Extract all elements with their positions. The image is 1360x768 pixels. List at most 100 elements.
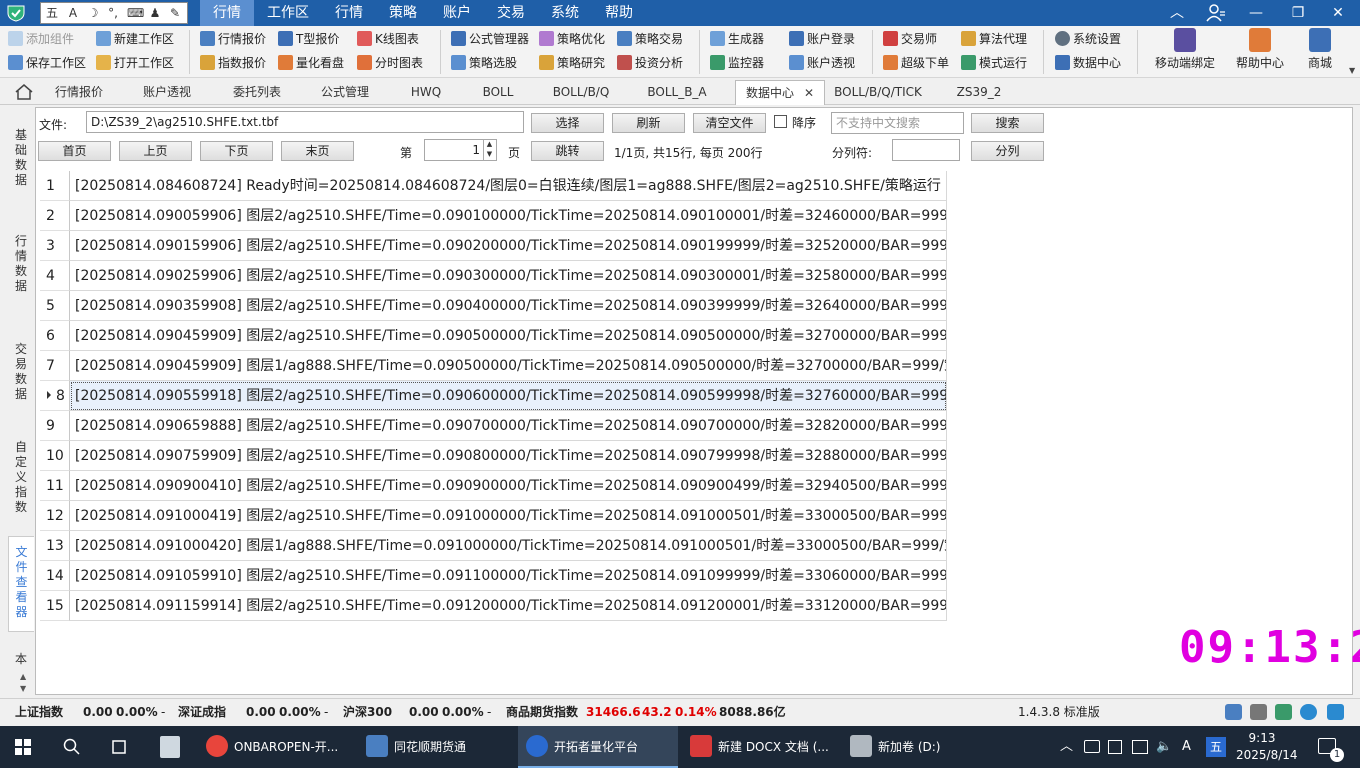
row-text[interactable]: [20250814.090359908] 图层2/ag2510.SHFE/Tim…	[70, 291, 947, 321]
table-row[interactable]: 10 [20250814.090759909] 图层2/ag2510.SHFE/T…	[40, 441, 947, 471]
strategy-research-button[interactable]: 策略研究	[539, 52, 605, 74]
first-page-button[interactable]: 首页	[38, 141, 111, 161]
table-row[interactable]: 3 [20250814.090159906] 图层2/ag2510.SHFE/Ti…	[40, 231, 947, 261]
service-icon[interactable]	[1327, 704, 1344, 720]
strategy-optimize-button[interactable]: 策略优化	[539, 28, 605, 50]
table-row[interactable]: 14 [20250814.091059910] 图层2/ag2510.SHFE/T…	[40, 561, 947, 591]
quant-watch-button[interactable]: 量化看盘	[278, 52, 344, 74]
row-text[interactable]: [20250814.091000419] 图层2/ag2510.SHFE/Tim…	[70, 501, 947, 531]
close-tab-icon[interactable]: ✕	[804, 81, 814, 106]
strategy-screen-button[interactable]: 策略选股	[451, 52, 517, 74]
row-text[interactable]: [20250814.090159906] 图层2/ag2510.SHFE/Tim…	[70, 231, 947, 261]
ime-punct-icon[interactable]: °,	[105, 5, 121, 21]
mode-run-button[interactable]: 模式运行	[961, 52, 1027, 74]
maximize-button[interactable]: ❐	[1278, 0, 1318, 26]
user-icon[interactable]	[1206, 3, 1226, 23]
table-row[interactable]: 5 [20250814.090359908] 图层2/ag2510.SHFE/Ti…	[40, 291, 947, 321]
super-order-button[interactable]: 超级下单	[883, 52, 949, 74]
timeshare-chart-button[interactable]: 分时图表	[357, 52, 423, 74]
stepper-up-icon[interactable]: ▲	[484, 139, 495, 149]
invest-analysis-button[interactable]: 投资分析	[617, 52, 683, 74]
menu-item-quotes[interactable]: 行情	[322, 0, 376, 26]
sidebar-item-file-viewer[interactable]: 文件查看器	[8, 536, 34, 632]
row-text[interactable]: [20250814.091159914] 图层2/ag2510.SHFE/Tim…	[70, 591, 947, 621]
prev-page-button[interactable]: 上页	[119, 141, 192, 161]
search-button[interactable]: 搜索	[971, 113, 1044, 133]
toolbar-expand-icon[interactable]: ▼	[1349, 66, 1355, 75]
ime-wubi-tray-icon[interactable]: 五	[1206, 737, 1226, 757]
sidebar-item-market-data[interactable]: 行情数据	[8, 232, 34, 312]
ime-keyboard-icon[interactable]: ⌨	[127, 5, 144, 21]
news-icon[interactable]	[1225, 704, 1242, 720]
menu-item-hq[interactable]: 行情	[200, 0, 254, 26]
tab-boll-b-q[interactable]: BOLL/B/Q	[540, 80, 622, 105]
strategy-trade-button[interactable]: 策略交易	[617, 28, 683, 50]
table-row[interactable]: 7 [20250814.090459909] 图层1/ag888.SHFE/Tim…	[40, 351, 947, 381]
system-settings-button[interactable]: 系统设置	[1055, 28, 1121, 50]
hs300-name[interactable]: 沪深300	[343, 699, 392, 725]
input-mode-icon[interactable]: A	[1182, 726, 1191, 768]
row-text[interactable]: [20250814.090559918] 图层2/ag2510.SHFE/Tim…	[70, 381, 947, 411]
jump-button[interactable]: 跳转	[531, 141, 604, 161]
tab-formula[interactable]: 公式管理	[308, 80, 382, 105]
split-button[interactable]: 分列	[971, 141, 1044, 161]
menu-item-account[interactable]: 账户	[430, 0, 484, 26]
separator-input[interactable]	[892, 139, 960, 161]
stepper-down-icon[interactable]: ▼	[484, 149, 495, 159]
row-text[interactable]: [20250814.084608724] Ready时间=20250814.08…	[70, 171, 947, 201]
table-row[interactable]: 12 [20250814.091000419] 图层2/ag2510.SHFE/T…	[40, 501, 947, 531]
t-quote-button[interactable]: T型报价	[278, 28, 339, 50]
alert-icon[interactable]	[1250, 704, 1267, 720]
table-row[interactable]: 2 [20250814.090059906] 图层2/ag2510.SHFE/Ti…	[40, 201, 947, 231]
close-button[interactable]: ✕	[1318, 0, 1358, 26]
select-file-button[interactable]: 选择	[531, 113, 604, 133]
menu-item-help[interactable]: 帮助	[592, 0, 646, 26]
chat-icon[interactable]	[1300, 704, 1317, 720]
taskbar-app-kaituozhe[interactable]: 开拓者量化平台	[518, 726, 678, 768]
search-icon[interactable]	[63, 738, 81, 756]
algo-agent-button[interactable]: 算法代理	[961, 28, 1027, 50]
row-text[interactable]: [20250814.090459909] 图层2/ag2510.SHFE/Tim…	[70, 321, 947, 351]
minimize-button[interactable]: —	[1236, 0, 1276, 26]
table-row[interactable]: 13 [20250814.091000420] 图层1/ag888.SHFE/Ti…	[40, 531, 947, 561]
row-text[interactable]: [20250814.090659888] 图层2/ag2510.SHFE/Tim…	[70, 411, 947, 441]
monitor-button[interactable]: 监控器	[710, 52, 764, 74]
table-row[interactable]: 1 [20250814.084608724] Ready时间=20250814.0…	[40, 171, 947, 201]
trader-button[interactable]: 交易师	[883, 28, 937, 50]
store-button[interactable]: 商城	[1300, 28, 1340, 76]
index-quote-button[interactable]: 指数报价	[200, 52, 266, 74]
menu-item-workspace[interactable]: 工作区	[254, 0, 322, 26]
ime-wubi-icon[interactable]: 五	[44, 5, 60, 21]
table-row[interactable]: 6 [20250814.090459909] 图层2/ag2510.SHFE/Ti…	[40, 321, 947, 351]
table-row[interactable]: 9 [20250814.090659888] 图层2/ag2510.SHFE/Ti…	[40, 411, 947, 441]
sz-index-name[interactable]: 深证成指	[178, 699, 226, 725]
tray-overflow-icon[interactable]: ︿	[1060, 726, 1073, 768]
add-component-button[interactable]: 添加组件	[8, 28, 74, 50]
ime-tools-icon[interactable]: ✎	[167, 5, 183, 21]
tab-data-center[interactable]: 数据中心 ✕	[735, 80, 825, 105]
open-workspace-button[interactable]: 打开工作区	[96, 52, 174, 74]
help-center-button[interactable]: 帮助中心	[1232, 28, 1288, 76]
tab-boll-b-q-tick[interactable]: BOLL/B/Q/TICK	[830, 80, 926, 105]
account-login-button[interactable]: 账户登录	[789, 28, 855, 50]
calculator-icon[interactable]	[160, 736, 180, 758]
row-text[interactable]: [20250814.091000420] 图层1/ag888.SHFE/Time…	[70, 531, 947, 561]
next-page-button[interactable]: 下页	[200, 141, 273, 161]
menu-item-trade[interactable]: 交易	[484, 0, 538, 26]
data-center-button[interactable]: 数据中心	[1055, 52, 1121, 74]
row-text[interactable]: [20250814.090459909] 图层1/ag888.SHFE/Time…	[70, 351, 947, 381]
page-stepper-arrows[interactable]: ▲ ▼	[483, 139, 495, 161]
row-text[interactable]: [20250814.090759909] 图层2/ag2510.SHFE/Tim…	[70, 441, 947, 471]
table-row[interactable]: 4 [20250814.090259906] 图层2/ag2510.SHFE/Ti…	[40, 261, 947, 291]
collapse-ribbon-icon[interactable]: ︿	[1157, 0, 1197, 26]
last-page-button[interactable]: 末页	[281, 141, 354, 161]
refresh-button[interactable]: 刷新	[612, 113, 685, 133]
home-icon[interactable]	[14, 83, 34, 101]
tray-security-icon[interactable]	[1108, 740, 1122, 754]
menu-item-system[interactable]: 系统	[538, 0, 592, 26]
table-row[interactable]: 15 [20250814.091159914] 图层2/ag2510.SHFE/T…	[40, 591, 947, 621]
sidebar-scroll-down-icon[interactable]: ▼	[20, 684, 26, 693]
taskbar-app-tonghuashun[interactable]: 同花顺期货通	[360, 726, 510, 768]
account-view-button[interactable]: 账户透视	[789, 52, 855, 74]
user-add-icon[interactable]	[1275, 704, 1292, 720]
